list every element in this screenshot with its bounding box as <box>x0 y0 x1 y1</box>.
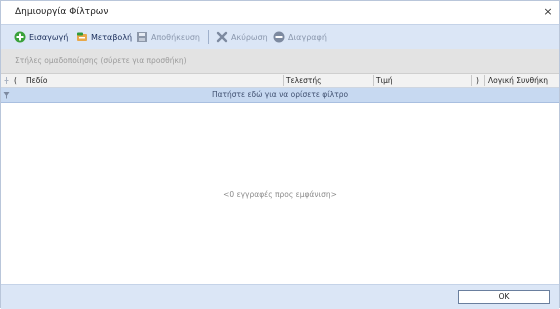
edit-button[interactable]: Μεταβολή <box>76 29 132 45</box>
dialog-footer: OK <box>1 284 559 309</box>
save-button[interactable]: Αποθήκευση <box>136 29 200 45</box>
column-divider <box>471 75 472 86</box>
filter-dialog: Δημιουργία Φίλτρων × Εισαγωγή Μεταβολή Α… <box>0 0 560 309</box>
column-divider <box>373 75 374 86</box>
group-by-hint: Στήλες ομαδοποίησης (σύρετε για προσθήκη… <box>15 56 187 65</box>
cancel-icon <box>216 31 228 43</box>
column-divider <box>283 75 284 86</box>
close-button[interactable]: × <box>539 3 557 21</box>
plus-circle-icon <box>14 31 26 43</box>
cancel-label: Ακύρωση <box>231 32 268 42</box>
dialog-title: Δημιουργία Φίλτρων <box>15 7 109 17</box>
edit-label: Μεταβολή <box>91 32 133 42</box>
filter-row[interactable]: Πατήστε εδώ για να ορίσετε φίλτρο <box>1 88 559 103</box>
ok-button[interactable]: OK <box>458 290 550 304</box>
column-header-logic[interactable]: Λογική Συνθήκη <box>488 74 548 87</box>
group-by-panel[interactable]: Στήλες ομαδοποίησης (σύρετε για προσθήκη… <box>1 49 559 74</box>
column-divider <box>484 75 485 86</box>
column-header-value[interactable]: Τιμή <box>376 74 393 87</box>
delete-button[interactable]: Διαγραφή <box>273 29 327 45</box>
add-button[interactable]: Εισαγωγή <box>14 29 68 45</box>
save-icon <box>136 31 148 43</box>
delete-label: Διαγραφή <box>288 32 327 42</box>
empty-message: <0 εγγραφές προς εμφάνιση> <box>223 190 337 199</box>
filter-row-prompt: Πατήστε εδώ για να ορίσετε φίλτρο <box>211 90 349 99</box>
save-label: Αποθήκευση <box>151 32 200 42</box>
toolbar-separator <box>208 30 209 44</box>
column-header-open-paren[interactable]: ( <box>14 74 17 87</box>
column-header-close-paren[interactable]: ) <box>476 74 479 87</box>
grid-header: ( Πεδίο Τελεστής Τιμή ) Λογική Συνθήκη <box>1 74 559 88</box>
column-header-operator[interactable]: Τελεστής <box>286 74 322 87</box>
delete-icon <box>273 31 285 43</box>
add-label: Εισαγωγή <box>29 32 69 42</box>
edit-icon <box>76 31 88 43</box>
column-header-field[interactable]: Πεδίο <box>26 74 47 87</box>
title-bar: Δημιουργία Φίλτρων × <box>1 1 559 24</box>
pin-icon[interactable] <box>2 74 10 87</box>
toolbar: Εισαγωγή Μεταβολή Αποθήκευση Ακύρωση Δια… <box>1 24 559 50</box>
cancel-button[interactable]: Ακύρωση <box>216 29 268 45</box>
